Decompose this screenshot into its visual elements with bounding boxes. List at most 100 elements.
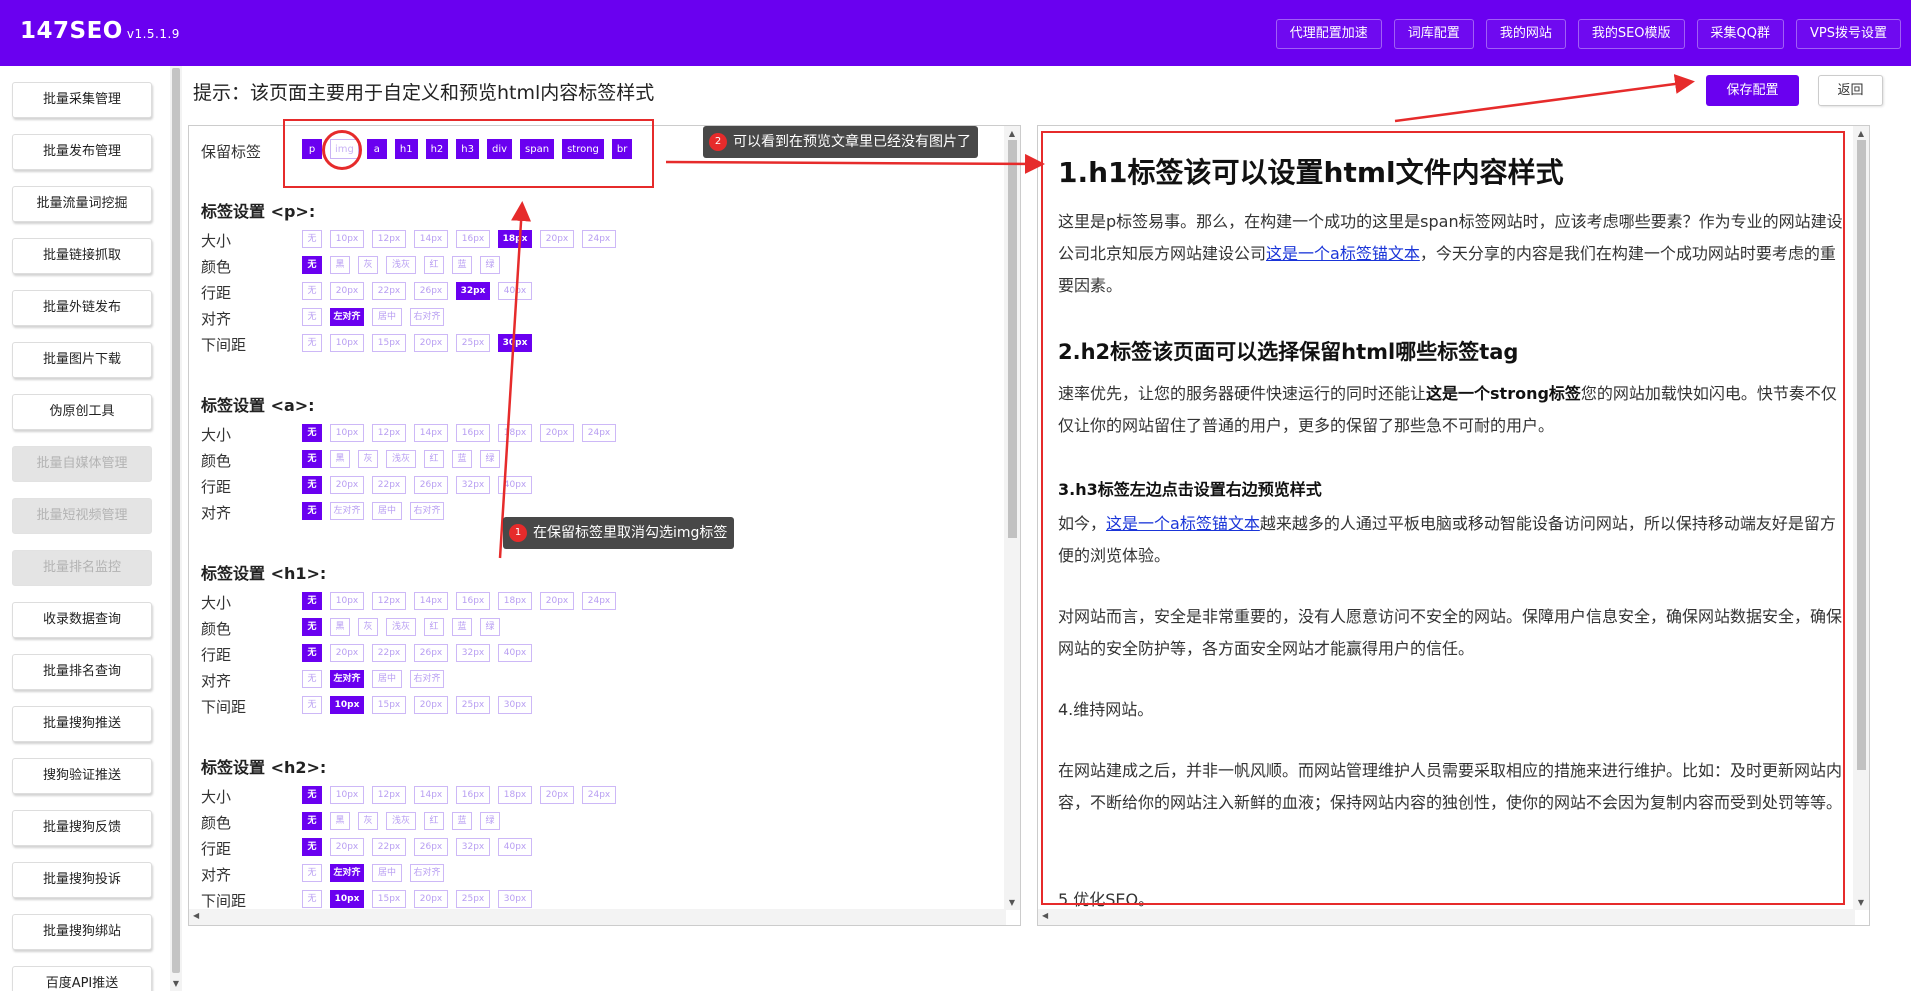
p-color-opt[interactable]: 无 <box>302 256 322 274</box>
h1-color-opt[interactable]: 无 <box>302 618 322 636</box>
h2-color-opt[interactable]: 蓝 <box>452 812 472 830</box>
h1-lh-opt[interactable]: 22px <box>372 644 406 662</box>
p-size-opt[interactable]: 12px <box>372 230 406 248</box>
scroll-down-arrow-icon[interactable]: ▼ <box>170 979 182 988</box>
h2-mb-opt[interactable]: 20px <box>414 890 448 908</box>
a-align-opt[interactable]: 无 <box>302 502 322 520</box>
a-size-opt[interactable]: 14px <box>414 424 448 442</box>
a-color-opt[interactable]: 蓝 <box>452 450 472 468</box>
a-color-opt[interactable]: 灰 <box>358 450 378 468</box>
settings-scroll-thumb[interactable] <box>1008 140 1017 538</box>
h1-mb-opt[interactable]: 无 <box>302 696 322 714</box>
p-size-opt[interactable]: 10px <box>330 230 364 248</box>
p-color-opt[interactable]: 黑 <box>330 256 350 274</box>
h1-lh-opt[interactable]: 40px <box>498 644 532 662</box>
h2-size-opt[interactable]: 10px <box>330 786 364 804</box>
h1-lh-opt[interactable]: 无 <box>302 644 322 662</box>
h1-lh-opt[interactable]: 20px <box>330 644 364 662</box>
a-lh-opt[interactable]: 无 <box>302 476 322 494</box>
p-color-opt[interactable]: 浅灰 <box>386 256 416 274</box>
h2-lh-opt[interactable]: 20px <box>330 838 364 856</box>
h2-align-opt[interactable]: 无 <box>302 864 322 882</box>
a-align-opt[interactable]: 左对齐 <box>330 502 364 520</box>
h1-mb-opt[interactable]: 30px <box>498 696 532 714</box>
h2-color-opt[interactable]: 无 <box>302 812 322 830</box>
h2-align-opt[interactable]: 左对齐 <box>330 864 364 882</box>
sidebar-item-rank-query[interactable]: 批量排名查询 <box>12 654 152 690</box>
h2-align-opt[interactable]: 居中 <box>372 864 402 882</box>
p-size-opt[interactable]: 18px <box>498 230 532 248</box>
a-lh-opt[interactable]: 26px <box>414 476 448 494</box>
sidebar-item-link-crawl[interactable]: 批量链接抓取 <box>12 238 152 274</box>
h2-size-opt[interactable]: 16px <box>456 786 490 804</box>
h1-color-opt[interactable]: 浅灰 <box>386 618 416 636</box>
sidebar-scroll-thumb[interactable] <box>172 68 180 973</box>
h2-mb-opt[interactable]: 10px <box>330 890 364 908</box>
a-color-opt[interactable]: 黑 <box>330 450 350 468</box>
sidebar-item-sogou-complaint[interactable]: 批量搜狗投诉 <box>12 862 152 898</box>
h2-lh-opt[interactable]: 40px <box>498 838 532 856</box>
nav-proxy-config[interactable]: 代理配置加速 <box>1275 19 1382 49</box>
a-size-opt[interactable]: 16px <box>456 424 490 442</box>
a-color-opt[interactable]: 无 <box>302 450 322 468</box>
h1-align-opt[interactable]: 右对齐 <box>410 670 444 688</box>
sidebar-item-sogou-feedback[interactable]: 批量搜狗反馈 <box>12 810 152 846</box>
p-align-opt[interactable]: 居中 <box>372 308 402 326</box>
h2-color-opt[interactable]: 浅灰 <box>386 812 416 830</box>
a-size-opt[interactable]: 18px <box>498 424 532 442</box>
h1-align-opt[interactable]: 居中 <box>372 670 402 688</box>
a-color-opt[interactable]: 红 <box>424 450 444 468</box>
h2-size-opt[interactable]: 无 <box>302 786 322 804</box>
h1-align-opt[interactable]: 左对齐 <box>330 670 364 688</box>
h1-lh-opt[interactable]: 26px <box>414 644 448 662</box>
sidebar-item-rewrite-tool[interactable]: 伪原创工具 <box>12 394 152 430</box>
h1-mb-opt[interactable]: 25px <box>456 696 490 714</box>
back-button[interactable]: 返回 <box>1818 75 1883 106</box>
h1-align-opt[interactable]: 无 <box>302 670 322 688</box>
p-align-opt[interactable]: 无 <box>302 308 322 326</box>
settings-vertical-scrollbar[interactable]: ▲ ▼ <box>1004 126 1020 910</box>
a-lh-opt[interactable]: 22px <box>372 476 406 494</box>
sidebar-item-publish[interactable]: 批量发布管理 <box>12 134 152 170</box>
h2-size-opt[interactable]: 14px <box>414 786 448 804</box>
scroll-left-arrow-icon[interactable]: ◀ <box>1042 911 1048 920</box>
h2-lh-opt[interactable]: 22px <box>372 838 406 856</box>
save-config-button[interactable]: 保存配置 <box>1706 75 1799 106</box>
h1-color-opt[interactable]: 红 <box>424 618 444 636</box>
sidebar-scrollbar[interactable]: ▼ <box>170 66 182 991</box>
sidebar-item-sogou-push[interactable]: 批量搜狗推送 <box>12 706 152 742</box>
a-size-opt[interactable]: 12px <box>372 424 406 442</box>
nav-lexicon-config[interactable]: 词库配置 <box>1393 19 1474 49</box>
settings-horizontal-scrollbar[interactable]: ◀ <box>189 909 1006 925</box>
scroll-down-arrow-icon[interactable]: ▼ <box>1004 898 1020 907</box>
sidebar-item-keyword-mining[interactable]: 批量流量词挖掘 <box>12 186 152 222</box>
nav-my-sites[interactable]: 我的网站 <box>1485 19 1566 49</box>
h2-align-opt[interactable]: 右对齐 <box>410 864 444 882</box>
h2-size-opt[interactable]: 18px <box>498 786 532 804</box>
nav-qq-group[interactable]: 采集QQ群 <box>1696 19 1784 49</box>
h2-size-opt[interactable]: 20px <box>540 786 574 804</box>
preview-vertical-scrollbar[interactable]: ▲ ▼ <box>1853 126 1869 910</box>
h1-size-opt[interactable]: 无 <box>302 592 322 610</box>
h1-mb-opt[interactable]: 15px <box>372 696 406 714</box>
scroll-down-arrow-icon[interactable]: ▼ <box>1853 898 1869 907</box>
p-lh-opt[interactable]: 26px <box>414 282 448 300</box>
p-mb-opt[interactable]: 20px <box>414 334 448 352</box>
p-lh-opt[interactable]: 无 <box>302 282 322 300</box>
sidebar-item-collect[interactable]: 批量采集管理 <box>12 82 152 118</box>
h2-mb-opt[interactable]: 15px <box>372 890 406 908</box>
h2-color-opt[interactable]: 黑 <box>330 812 350 830</box>
h2-lh-opt[interactable]: 26px <box>414 838 448 856</box>
sidebar-item-sogou-bind[interactable]: 批量搜狗绑站 <box>12 914 152 950</box>
nav-my-seo-templates[interactable]: 我的SEO模版 <box>1577 19 1685 49</box>
scroll-up-arrow-icon[interactable]: ▲ <box>1853 129 1869 138</box>
h2-lh-opt[interactable]: 无 <box>302 838 322 856</box>
h1-size-opt[interactable]: 14px <box>414 592 448 610</box>
p-mb-opt[interactable]: 25px <box>456 334 490 352</box>
a-lh-opt[interactable]: 40px <box>498 476 532 494</box>
p-align-opt[interactable]: 右对齐 <box>410 308 444 326</box>
h2-mb-opt[interactable]: 无 <box>302 890 322 908</box>
sidebar-item-image-download[interactable]: 批量图片下载 <box>12 342 152 378</box>
a-lh-opt[interactable]: 20px <box>330 476 364 494</box>
h1-size-opt[interactable]: 16px <box>456 592 490 610</box>
